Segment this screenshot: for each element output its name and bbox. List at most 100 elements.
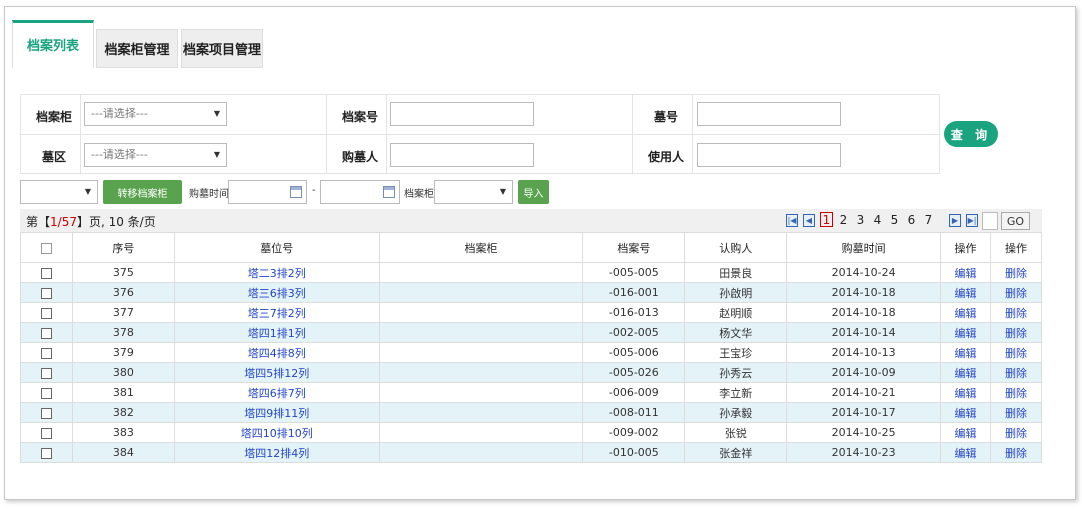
cell-grave-link[interactable]: 塔四6排7列	[173, 382, 380, 403]
col-header-id: 序号	[71, 232, 175, 263]
delete-link[interactable]: 删除	[990, 402, 1042, 423]
table-row: 379 塔四4排8列 -005-006 王宝珍 2014-10-13 编辑 删除	[20, 342, 1042, 363]
archive-no-input[interactable]	[390, 102, 534, 126]
tab-archive-list[interactable]: 档案列表	[12, 20, 94, 68]
cell-grave-link[interactable]: 塔三7排2列	[173, 302, 380, 323]
cell-archive: -005-006	[582, 342, 686, 363]
row-checkbox[interactable]	[40, 407, 52, 419]
page-link-7[interactable]: 7	[922, 213, 935, 227]
cell-date: 2014-10-25	[786, 422, 942, 443]
cabinet-select[interactable]: ---请选择--- ▼	[84, 102, 227, 126]
user-label: 使用人	[648, 150, 685, 164]
filter-cabinet-select[interactable]: ▼	[434, 180, 513, 204]
cell-archive: -016-001	[582, 282, 686, 303]
row-checkbox[interactable]	[40, 367, 52, 379]
archive-no-label: 档案号	[342, 110, 379, 124]
cell-grave-link[interactable]: 塔三6排3列	[173, 282, 380, 303]
row-checkbox[interactable]	[40, 287, 52, 299]
target-cabinet-select[interactable]: ▼	[20, 180, 98, 204]
edit-link[interactable]: 编辑	[940, 402, 991, 423]
toolbar-cabinet-label: 档案柜	[404, 189, 434, 200]
first-page-icon[interactable]: |◀	[786, 214, 798, 227]
buyer-input[interactable]	[390, 143, 534, 167]
cell-date: 2014-10-09	[786, 362, 942, 383]
import-button[interactable]: 导入	[518, 180, 549, 204]
delete-link[interactable]: 删除	[990, 322, 1042, 343]
row-checkbox[interactable]	[40, 347, 52, 359]
edit-link[interactable]: 编辑	[940, 262, 991, 283]
cell-id: 379	[71, 342, 175, 363]
row-checkbox[interactable]	[40, 307, 52, 319]
prev-page-icon[interactable]: ◀	[803, 214, 815, 227]
edit-link[interactable]: 编辑	[940, 362, 991, 383]
move-cabinet-button[interactable]: 转移档案柜	[103, 180, 182, 204]
delete-link[interactable]: 删除	[990, 302, 1042, 323]
row-checkbox[interactable]	[40, 267, 52, 279]
page-link-2[interactable]: 2	[837, 213, 850, 227]
edit-link[interactable]: 编辑	[940, 442, 991, 463]
page-link-1[interactable]: 1	[820, 212, 833, 227]
cell-grave-link[interactable]: 塔四5排12列	[173, 362, 380, 383]
cell-cabinet	[378, 362, 584, 383]
page-link-4[interactable]: 4	[871, 213, 884, 227]
cell-buyer: 杨文华	[684, 322, 788, 343]
cell-archive: -009-002	[582, 422, 686, 443]
cell-grave-link[interactable]: 塔四12排4列	[173, 442, 380, 463]
grave-no-input[interactable]	[697, 102, 841, 126]
grave-no-label: 墓号	[654, 110, 679, 124]
cell-cabinet	[378, 442, 584, 463]
cell-grave-link[interactable]: 塔二3排2列	[173, 262, 380, 283]
go-button[interactable]: GO	[1001, 212, 1030, 230]
query-button[interactable]: 查 询	[944, 121, 998, 147]
last-page-icon[interactable]: ▶|	[966, 214, 978, 227]
page-number-input[interactable]	[982, 212, 998, 230]
area-select[interactable]: ---请选择--- ▼	[84, 143, 227, 167]
table-row: 380 塔四5排12列 -005-026 孙秀云 2014-10-09 编辑 删除	[20, 362, 1042, 383]
cell-cabinet	[378, 422, 584, 443]
tab-cabinet-management[interactable]: 档案柜管理	[96, 29, 178, 68]
table-row: 382 塔四9排11列 -008-011 孙承毅 2014-10-17 编辑 删除	[20, 402, 1042, 423]
page-link-3[interactable]: 3	[854, 213, 867, 227]
edit-link[interactable]: 编辑	[940, 302, 991, 323]
delete-link[interactable]: 删除	[990, 442, 1042, 463]
cell-buyer: 孙秀云	[684, 362, 788, 383]
cell-cabinet	[378, 262, 584, 283]
delete-link[interactable]: 删除	[990, 342, 1042, 363]
edit-link[interactable]: 编辑	[940, 422, 991, 443]
select-all-checkbox[interactable]	[40, 242, 52, 254]
edit-link[interactable]: 编辑	[940, 322, 991, 343]
delete-link[interactable]: 删除	[990, 262, 1042, 283]
cell-archive: -002-005	[582, 322, 686, 343]
purchase-start-date-input[interactable]	[228, 180, 307, 204]
cell-grave-link[interactable]: 塔四10排10列	[173, 422, 380, 443]
row-checkbox[interactable]	[40, 447, 52, 459]
cell-grave-link[interactable]: 塔四4排8列	[173, 342, 380, 363]
cell-buyer: 李立新	[684, 382, 788, 403]
page-link-5[interactable]: 5	[888, 213, 901, 227]
edit-link[interactable]: 编辑	[940, 382, 991, 403]
cell-grave-link[interactable]: 塔四1排1列	[173, 322, 380, 343]
delete-link[interactable]: 删除	[990, 382, 1042, 403]
row-checkbox[interactable]	[40, 387, 52, 399]
next-page-icon[interactable]: ▶	[949, 214, 961, 227]
purchase-end-date-input[interactable]	[320, 180, 400, 204]
cell-buyer: 张锐	[684, 422, 788, 443]
table-row: 375 塔二3排2列 -005-005 田景良 2014-10-24 编辑 删除	[20, 262, 1042, 283]
calendar-icon[interactable]	[290, 186, 302, 198]
delete-link[interactable]: 删除	[990, 422, 1042, 443]
page-link-6[interactable]: 6	[905, 213, 918, 227]
delete-link[interactable]: 删除	[990, 362, 1042, 383]
delete-link[interactable]: 删除	[990, 282, 1042, 303]
user-input[interactable]	[697, 143, 841, 167]
calendar-icon[interactable]	[383, 186, 395, 198]
table-header-row: 序号 墓位号 档案柜 档案号 认购人 购墓时间 操作 操作	[20, 232, 1042, 263]
select-all-header	[20, 232, 73, 263]
cell-id: 384	[71, 442, 175, 463]
edit-link[interactable]: 编辑	[940, 282, 991, 303]
tab-project-management[interactable]: 档案项目管理	[181, 29, 263, 68]
row-checkbox[interactable]	[40, 427, 52, 439]
cell-grave-link[interactable]: 塔四9排11列	[173, 402, 380, 423]
cell-date: 2014-10-18	[786, 282, 942, 303]
edit-link[interactable]: 编辑	[940, 342, 991, 363]
row-checkbox[interactable]	[40, 327, 52, 339]
